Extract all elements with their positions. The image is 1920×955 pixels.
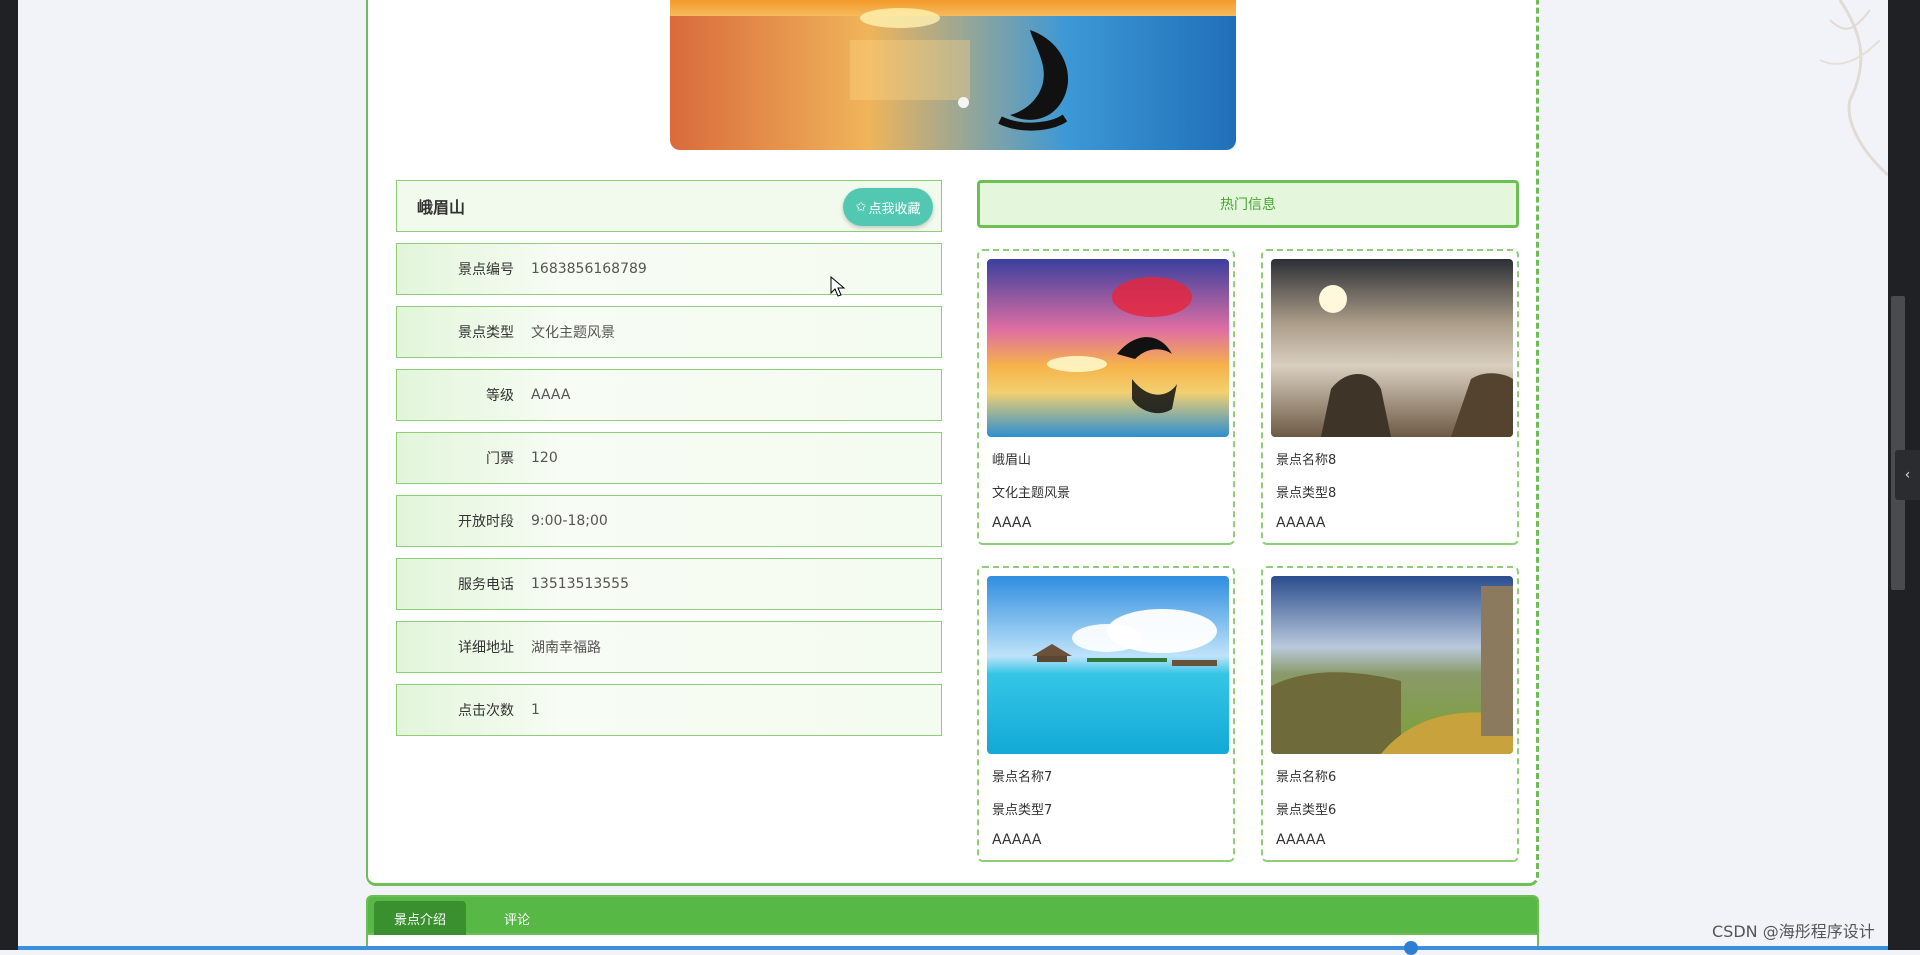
field-label: 门票	[486, 451, 514, 467]
tab-content-area	[366, 935, 1539, 946]
banner-carousel[interactable]	[670, 0, 1236, 150]
field-row-address: 详细地址 湖南幸福路	[396, 621, 942, 673]
field-row-level: 等级 AAAA	[396, 369, 942, 421]
field-label: 景点类型	[458, 325, 514, 341]
window-left-edge	[0, 0, 18, 950]
card-image	[987, 576, 1229, 754]
decorative-flower-illustration	[1800, 0, 1889, 180]
field-value: 湖南幸福路	[531, 640, 601, 656]
hot-card[interactable]: 峨眉山 文化主题风景 AAAA	[977, 249, 1235, 545]
detail-tabs: 景点介绍 评论	[366, 895, 1539, 935]
card-type: 景点类型6	[1276, 803, 1337, 818]
card-level: AAAAA	[992, 832, 1042, 848]
field-row-click-count: 点击次数 1	[396, 684, 942, 736]
hot-card[interactable]: 景点名称8 景点类型8 AAAAA	[1261, 249, 1519, 545]
card-type: 景点类型7	[992, 803, 1053, 818]
card-level: AAAAA	[1276, 515, 1326, 531]
favorite-button[interactable]: ✩ 点我收藏	[843, 188, 933, 226]
card-image	[1271, 576, 1513, 754]
card-name: 景点名称6	[1276, 770, 1337, 785]
scroll-handle[interactable]	[1404, 941, 1418, 955]
card-image	[987, 259, 1229, 437]
carousel-indicator-dot[interactable]	[958, 97, 969, 108]
card-name: 峨眉山	[992, 453, 1032, 468]
field-value: 1683856168789	[531, 261, 647, 277]
hot-info-title: 热门信息	[1220, 197, 1276, 213]
spot-title-bar: 峨眉山 ✩ 点我收藏	[396, 180, 942, 232]
mouse-cursor-icon	[830, 275, 846, 302]
banner-image	[670, 0, 1236, 150]
field-row-spot-id: 景点编号 1683856168789	[396, 243, 942, 295]
chevron-left-icon[interactable]: ‹	[1895, 450, 1920, 500]
field-label: 点击次数	[458, 703, 514, 719]
hot-info-header: 热门信息	[977, 180, 1519, 228]
card-image	[1271, 259, 1513, 437]
watermark-text: CSDN @海彤程序设计	[1712, 922, 1875, 941]
card-name: 景点名称7	[992, 770, 1053, 785]
field-value: 文化主题风景	[531, 325, 615, 341]
tab-comment[interactable]: 评论	[482, 901, 552, 935]
field-row-ticket: 门票 120	[396, 432, 942, 484]
field-value: AAAA	[531, 387, 571, 403]
star-icon: ✩	[855, 199, 867, 214]
field-label: 景点编号	[458, 262, 514, 278]
card-type: 文化主题风景	[992, 486, 1071, 501]
field-label: 服务电话	[458, 577, 514, 593]
card-name: 景点名称8	[1276, 453, 1337, 468]
field-label: 详细地址	[458, 640, 514, 656]
field-value: 1	[531, 702, 540, 718]
horizontal-scroll-track[interactable]	[18, 946, 1888, 950]
field-row-spot-type: 景点类型 文化主题风景	[396, 306, 942, 358]
card-level: AAAA	[992, 515, 1032, 531]
favorite-button-label: 点我收藏	[868, 200, 921, 216]
hot-card[interactable]: 景点名称6 景点类型6 AAAAA	[1261, 566, 1519, 862]
tab-intro[interactable]: 景点介绍	[374, 901, 466, 935]
field-value: 120	[531, 450, 558, 466]
field-row-open-hours: 开放时段 9:00-18;00	[396, 495, 942, 547]
field-row-phone: 服务电话 13513513555	[396, 558, 942, 610]
field-label: 等级	[486, 388, 514, 404]
card-type: 景点类型8	[1276, 486, 1337, 501]
field-value: 9:00-18;00	[531, 513, 608, 529]
field-label: 开放时段	[458, 514, 514, 530]
hot-card[interactable]: 景点名称7 景点类型7 AAAAA	[977, 566, 1235, 862]
spot-title: 峨眉山	[417, 198, 466, 217]
field-value: 13513513555	[531, 576, 629, 592]
card-level: AAAAA	[1276, 832, 1326, 848]
vertical-scrollbar-thumb[interactable]	[1891, 296, 1905, 590]
